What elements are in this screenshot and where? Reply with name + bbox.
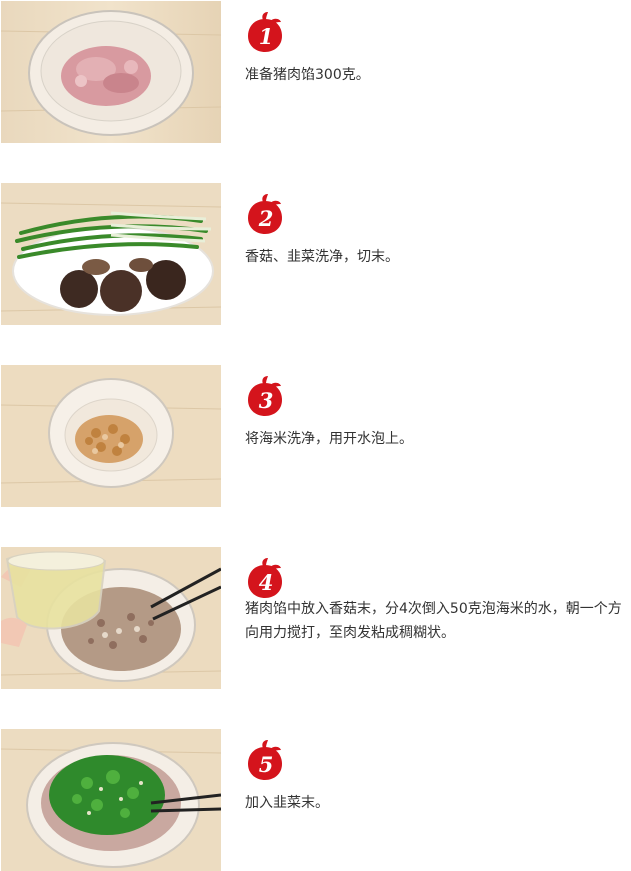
step-number-badge: 2 xyxy=(245,193,285,235)
step-photo-chives-mushrooms xyxy=(1,183,221,325)
step-photo-pouring-water xyxy=(1,547,221,689)
step-number-badge: 5 xyxy=(245,739,285,781)
step-text: 香菇、韭菜洗净，切末。 xyxy=(245,249,399,265)
step-text: 准备猪肉馅300克。 xyxy=(245,67,370,83)
step-number: 2 xyxy=(258,206,274,231)
recipe-step-1: 1 准备猪肉馅300克。 xyxy=(0,1,631,143)
recipe-step-3: 3 将海米洗净，用开水泡上。 xyxy=(0,365,631,507)
recipe-step-2: 2 香菇、韭菜洗净，切末。 xyxy=(0,183,631,325)
step-number-badge: 4 xyxy=(245,557,285,599)
step-number: 4 xyxy=(259,570,274,595)
step-number: 3 xyxy=(259,388,274,413)
step-text: 将海米洗净，用开水泡上。 xyxy=(245,431,413,447)
step-text: 加入韭菜末。 xyxy=(245,795,329,811)
recipe-step-5: 5 加入韭菜末。 xyxy=(0,729,631,871)
step-number-badge: 1 xyxy=(245,11,285,53)
step-photo-chives-added xyxy=(1,729,221,871)
step-number: 1 xyxy=(259,24,274,49)
step-number: 5 xyxy=(259,752,274,777)
recipe-step-4: 4 猪肉馅中放入香菇末，分4次倒入50克泡海米的水，朝一个方向用力搅打，至肉发粘… xyxy=(0,547,631,689)
step-number-badge: 3 xyxy=(245,375,285,417)
step-photo-dried-shrimp xyxy=(1,365,221,507)
step-photo-ground-pork xyxy=(1,1,221,143)
step-text: 猪肉馅中放入香菇末，分4次倒入50克泡海米的水，朝一个方向用力搅打，至肉发粘成稠… xyxy=(245,601,622,641)
